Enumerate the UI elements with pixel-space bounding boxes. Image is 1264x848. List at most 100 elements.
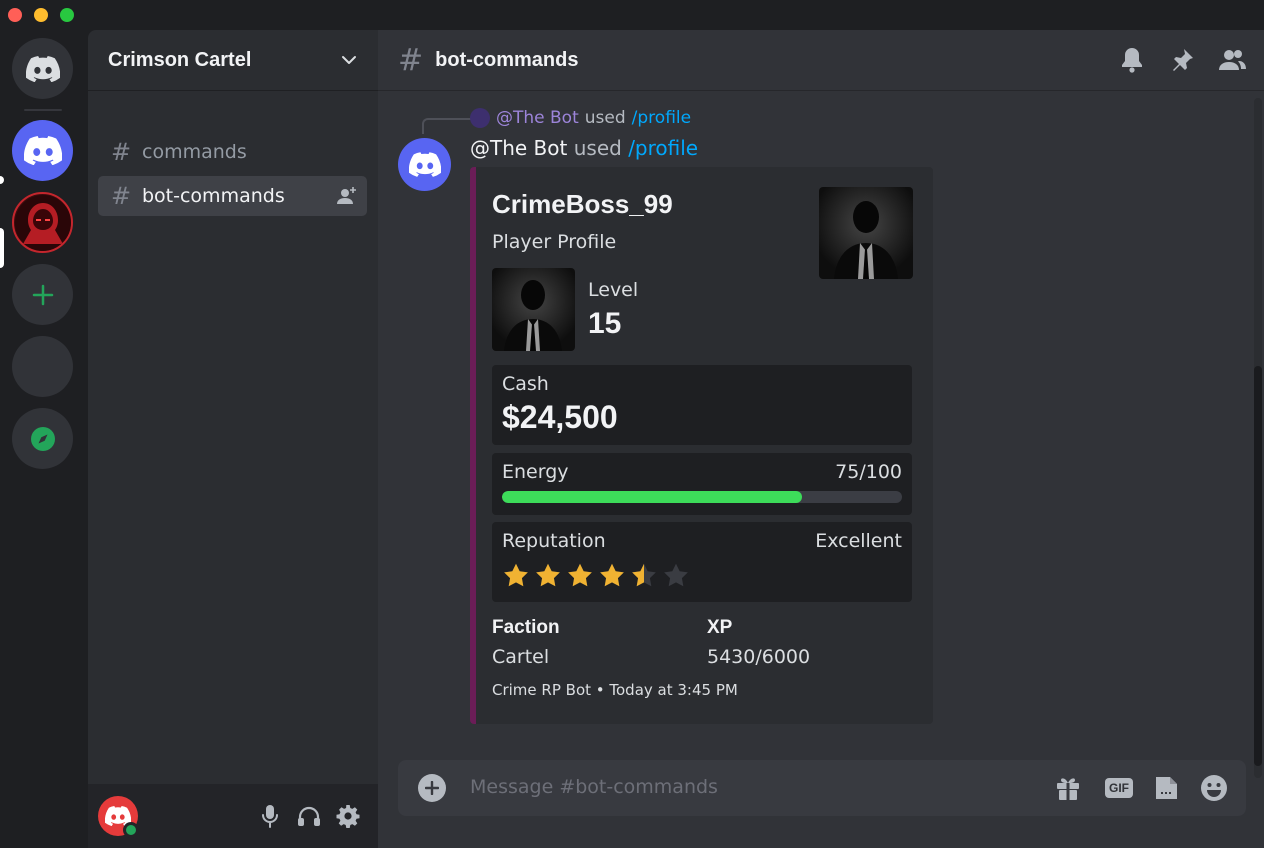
cash-panel: Cash $24,500 <box>492 365 912 445</box>
reply-used-text: used <box>584 108 626 128</box>
emoji-button[interactable] <box>1200 774 1228 802</box>
rail-separator <box>24 109 62 111</box>
field-xp-value: 5430/6000 <box>707 646 811 668</box>
microphone-button[interactable] <box>258 804 282 828</box>
add-server-button[interactable] <box>12 264 73 325</box>
embed-footer: Crime RP Bot • Today at 3:45 PM <box>492 681 738 699</box>
silhouette-icon <box>834 201 898 279</box>
profile-embed: CrimeBoss_99 Player Profile Level 15 Cas… <box>470 167 933 724</box>
emoji-icon <box>1201 775 1227 801</box>
zoom-window-button[interactable] <box>60 8 74 22</box>
pin-icon <box>1173 49 1193 71</box>
energy-bar-fill <box>502 491 802 503</box>
reply-avatar <box>470 108 490 128</box>
channel-sidebar: Crimson Cartel # commands # bot-commands <box>88 30 378 848</box>
members-icon <box>1219 50 1246 70</box>
close-window-button[interactable] <box>8 8 22 22</box>
explore-servers-button[interactable] <box>12 408 73 469</box>
sticker-icon <box>1156 777 1177 799</box>
channel-header: # bot-commands <box>378 30 1264 91</box>
server-rail <box>0 30 88 848</box>
unread-indicator <box>0 176 4 184</box>
bot-avatar[interactable] <box>398 138 451 191</box>
channel-label: commands <box>142 141 247 163</box>
guild-header[interactable]: Crimson Cartel <box>88 30 378 91</box>
plus-icon <box>32 284 53 305</box>
star-icon <box>600 563 624 587</box>
level-label: Level <box>588 279 639 301</box>
energy-value: 75/100 <box>835 461 902 483</box>
bell-icon <box>1122 48 1142 73</box>
energy-bar-track <box>502 491 902 503</box>
server-placeholder[interactable] <box>12 336 73 397</box>
online-status-dot <box>123 822 139 838</box>
embed-subtitle: Player Profile <box>492 231 617 253</box>
window-titlebar <box>0 0 1264 30</box>
attach-button[interactable] <box>418 774 446 802</box>
server-crimson-cartel[interactable] <box>12 192 73 253</box>
chat-area: # bot-commands @The Bot used /profile @T… <box>378 30 1264 848</box>
star-icon <box>632 563 656 587</box>
plus-icon <box>425 781 439 795</box>
cash-label: Cash <box>502 373 549 395</box>
guild-name: Crimson Cartel <box>108 48 252 71</box>
message-header: @The Bot used /profile <box>470 136 698 160</box>
message-command[interactable]: /profile <box>628 136 698 160</box>
message-author[interactable]: @The Bot <box>470 136 567 160</box>
level-value: 15 <box>588 307 622 340</box>
direct-messages-button[interactable] <box>12 38 73 99</box>
reputation-label: Reputation <box>502 530 606 552</box>
reply-command[interactable]: /profile <box>632 108 691 128</box>
scrollbar-track[interactable] <box>1254 98 1262 778</box>
invite-member-icon[interactable] <box>337 187 357 205</box>
server-discord[interactable] <box>12 120 73 181</box>
member-list-button[interactable] <box>1218 46 1246 74</box>
message-composer: Message #bot-commands GIF <box>398 760 1246 816</box>
channel-hash-icon: # <box>398 42 424 78</box>
embed-image[interactable] <box>492 268 575 351</box>
reputation-panel: Reputation Excellent <box>492 522 912 602</box>
settings-button[interactable] <box>336 804 360 828</box>
gif-icon: GIF <box>1105 778 1133 798</box>
hooded-figure-icon <box>14 194 71 251</box>
command-reply-reference[interactable]: @The Bot used /profile <box>470 106 691 130</box>
gift-icon <box>1057 778 1079 800</box>
reputation-stars <box>502 562 690 588</box>
cash-value: $24,500 <box>502 399 618 435</box>
channel-bot-commands[interactable]: # bot-commands <box>98 176 367 216</box>
star-icon <box>504 563 528 587</box>
message-used-text: used <box>573 136 622 160</box>
reply-author[interactable]: @The Bot <box>496 108 579 128</box>
gif-button[interactable]: GIF <box>1102 774 1136 802</box>
sticker-button[interactable] <box>1152 774 1180 802</box>
reply-connector <box>422 118 472 134</box>
discord-icon <box>25 55 60 82</box>
headphones-button[interactable] <box>297 804 321 828</box>
minimize-window-button[interactable] <box>34 8 48 22</box>
field-faction-name: Faction <box>492 617 560 638</box>
scrollbar-thumb[interactable] <box>1254 366 1262 766</box>
compass-icon <box>30 426 55 451</box>
chevron-down-icon[interactable] <box>340 51 358 69</box>
discord-icon <box>408 152 441 177</box>
selected-server-indicator <box>0 228 4 268</box>
channel-hash-icon: # <box>110 138 132 166</box>
gear-icon <box>336 805 360 828</box>
gift-button[interactable] <box>1054 774 1082 802</box>
channel-hash-icon: # <box>110 182 132 210</box>
embed-title: CrimeBoss_99 <box>492 189 673 219</box>
channel-commands[interactable]: # commands <box>98 132 367 172</box>
field-xp-name: XP <box>707 617 733 638</box>
channel-label: bot-commands <box>142 185 285 207</box>
notifications-button[interactable] <box>1118 46 1146 74</box>
pinned-messages-button[interactable] <box>1168 46 1196 74</box>
message-input[interactable]: Message #bot-commands <box>470 776 718 798</box>
energy-label: Energy <box>502 461 569 483</box>
star-icon <box>664 563 688 587</box>
star-icon <box>568 563 592 587</box>
microphone-icon <box>262 805 278 828</box>
embed-thumbnail[interactable] <box>819 187 913 279</box>
energy-panel: Energy 75/100 <box>492 453 912 515</box>
user-panel <box>88 784 378 848</box>
discord-icon <box>23 136 62 165</box>
